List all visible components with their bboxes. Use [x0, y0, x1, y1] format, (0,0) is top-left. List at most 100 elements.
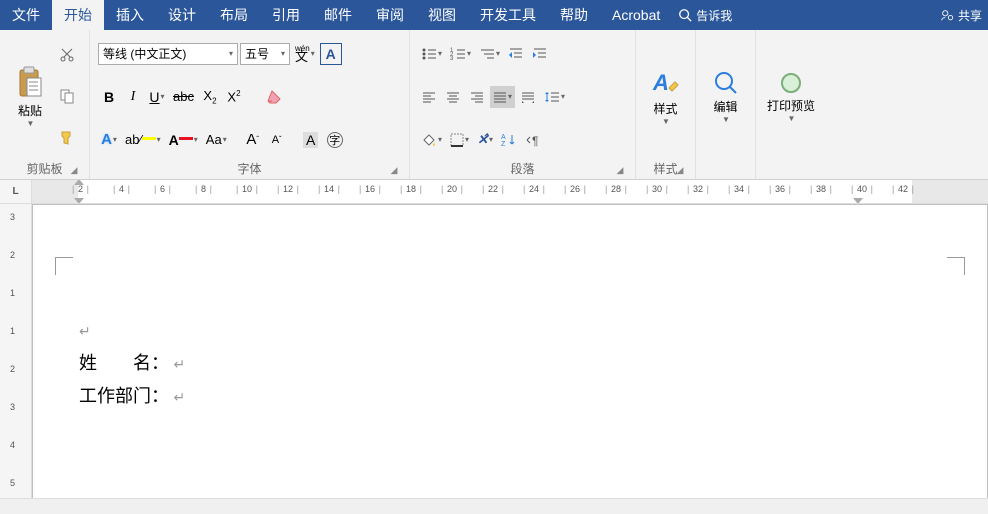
ruler-area: L 24681012141618202224262830323436384042 [0, 180, 988, 204]
bold-button[interactable]: B [98, 86, 120, 108]
underline-button[interactable]: U▾ [146, 86, 168, 108]
chevron-down-icon: ▾ [229, 49, 233, 58]
tab-insert[interactable]: 插入 [104, 0, 156, 30]
align-right-button[interactable] [466, 86, 488, 108]
group-paragraph: ▾ 123▾ ▾ ▾ ▾ ▾ ▾ ✕̂▾ [410, 30, 636, 179]
scissors-icon [59, 47, 75, 63]
align-left-button[interactable] [418, 86, 440, 108]
tab-review[interactable]: 审阅 [364, 0, 416, 30]
font-color-button[interactable]: A▾ [166, 129, 201, 151]
distributed-button[interactable] [517, 86, 539, 108]
tell-me-search[interactable]: 告诉我 [678, 7, 732, 24]
group-preview: 打印预览 ▼ [756, 30, 826, 179]
asian-layout-button[interactable]: ✕̂▾ [474, 129, 496, 151]
format-painter-button[interactable] [56, 127, 78, 149]
subscript-button[interactable]: X2 [199, 86, 221, 108]
copy-button[interactable] [56, 85, 78, 107]
tab-references[interactable]: 引用 [260, 0, 312, 30]
enclose-characters-button[interactable]: 字 [324, 129, 346, 151]
phonetic-guide-button[interactable]: wén文▾ [292, 43, 318, 65]
numbering-button[interactable]: 123▾ [447, 43, 474, 65]
ruler-tick: 2 [10, 250, 15, 260]
font-size-value: 五号 [245, 45, 269, 62]
ruler-tick: 4 [119, 184, 124, 194]
paint-bucket-icon [421, 133, 437, 147]
doc-line-2: 工作部门： [79, 386, 169, 406]
align-right-icon [470, 91, 484, 103]
tab-layout[interactable]: 布局 [208, 0, 260, 30]
tab-design[interactable]: 设计 [156, 0, 208, 30]
sort-button[interactable]: AZ [498, 129, 520, 151]
styles-launcher[interactable]: ◢ [673, 163, 687, 177]
horizontal-scrollbar[interactable] [0, 498, 988, 514]
document-body[interactable]: ↵ 姓 名： ↵ 工作部门： ↵ [79, 315, 185, 414]
ruler-tick: 34 [734, 184, 744, 194]
align-justify-icon [493, 91, 507, 103]
print-preview-button[interactable]: 打印预览 ▼ [762, 34, 820, 159]
tab-view[interactable]: 视图 [416, 0, 468, 30]
ruler-tick: 30 [652, 184, 662, 194]
change-case-button[interactable]: Aa▾ [203, 129, 230, 151]
font-name-combo[interactable]: 等线 (中文正文)▾ [98, 43, 238, 65]
paragraph-launcher[interactable]: ◢ [613, 163, 627, 177]
document-page[interactable]: ↵ 姓 名： ↵ 工作部门： ↵ [32, 204, 988, 514]
align-justify-button[interactable]: ▾ [490, 86, 515, 108]
paragraph-group-label: 段落 [510, 162, 534, 176]
line-spacing-button[interactable]: ▾ [541, 86, 568, 108]
cut-button[interactable] [56, 44, 78, 66]
strikethrough-button[interactable]: abc [170, 86, 197, 108]
font-group-label: 字体 [237, 162, 261, 176]
show-marks-button[interactable]: ¶ [522, 129, 544, 151]
shrink-font-button[interactable]: Aˇ [266, 129, 288, 151]
bullets-button[interactable]: ▾ [418, 43, 445, 65]
borders-button[interactable]: ▾ [447, 129, 472, 151]
clipboard-icon [16, 66, 44, 100]
sort-icon: AZ [501, 133, 517, 147]
tab-developer[interactable]: 开发工具 [468, 0, 548, 30]
ruler-tick: 14 [324, 184, 334, 194]
pilcrow-icon: ¶ [525, 133, 541, 147]
tab-mail[interactable]: 邮件 [312, 0, 364, 30]
ruler-tick: 12 [283, 184, 293, 194]
superscript-button[interactable]: X2 [223, 86, 245, 108]
share-button[interactable]: 共享 [940, 7, 982, 24]
group-editing: 编辑 ▼ [696, 30, 756, 179]
editing-button[interactable]: 编辑 ▼ [702, 34, 749, 159]
clipboard-launcher[interactable]: ◢ [67, 163, 81, 177]
styles-button[interactable]: A 样式 ▼ [642, 34, 689, 159]
italic-button[interactable]: I [122, 86, 144, 108]
multilevel-list-button[interactable]: ▾ [476, 43, 503, 65]
tab-file[interactable]: 文件 [0, 0, 52, 30]
editing-label: 编辑 [713, 98, 737, 115]
tab-acrobat[interactable]: Acrobat [600, 0, 672, 30]
shading-button[interactable]: ▾ [418, 129, 445, 151]
character-border-button[interactable]: A [320, 43, 342, 65]
indent-icon [532, 47, 548, 61]
styles-label: 样式 [653, 100, 677, 117]
ruler-tick: 36 [775, 184, 785, 194]
font-size-combo[interactable]: 五号 ▾ [240, 43, 290, 65]
highlight-button[interactable]: ab⁄▾ [122, 129, 164, 151]
increase-indent-button[interactable] [529, 43, 551, 65]
text-effects-button[interactable]: A▾ [98, 129, 120, 151]
preview-group-label [762, 159, 820, 179]
vertical-ruler[interactable]: 32112345 [0, 204, 32, 514]
paste-button[interactable]: 粘贴 ▼ [6, 34, 54, 159]
paste-label: 粘贴 [18, 102, 42, 119]
grow-font-button[interactable]: Aˆ [242, 129, 264, 151]
align-center-button[interactable] [442, 86, 464, 108]
ruler-tick: 22 [488, 184, 498, 194]
chevron-down-icon: ▾ [281, 49, 285, 58]
svg-text:Z: Z [501, 141, 506, 147]
ruler-tick: 24 [529, 184, 539, 194]
tab-help[interactable]: 帮助 [548, 0, 600, 30]
tab-selector[interactable]: L [0, 180, 32, 204]
tab-home[interactable]: 开始 [52, 0, 104, 30]
character-shading-button[interactable]: A [300, 129, 322, 151]
clear-formatting-button[interactable] [263, 86, 287, 108]
font-launcher[interactable]: ◢ [387, 163, 401, 177]
decrease-indent-button[interactable] [505, 43, 527, 65]
share-icon [940, 8, 954, 22]
svg-text:A: A [652, 70, 669, 95]
horizontal-ruler[interactable]: 24681012141618202224262830323436384042 [32, 180, 988, 204]
